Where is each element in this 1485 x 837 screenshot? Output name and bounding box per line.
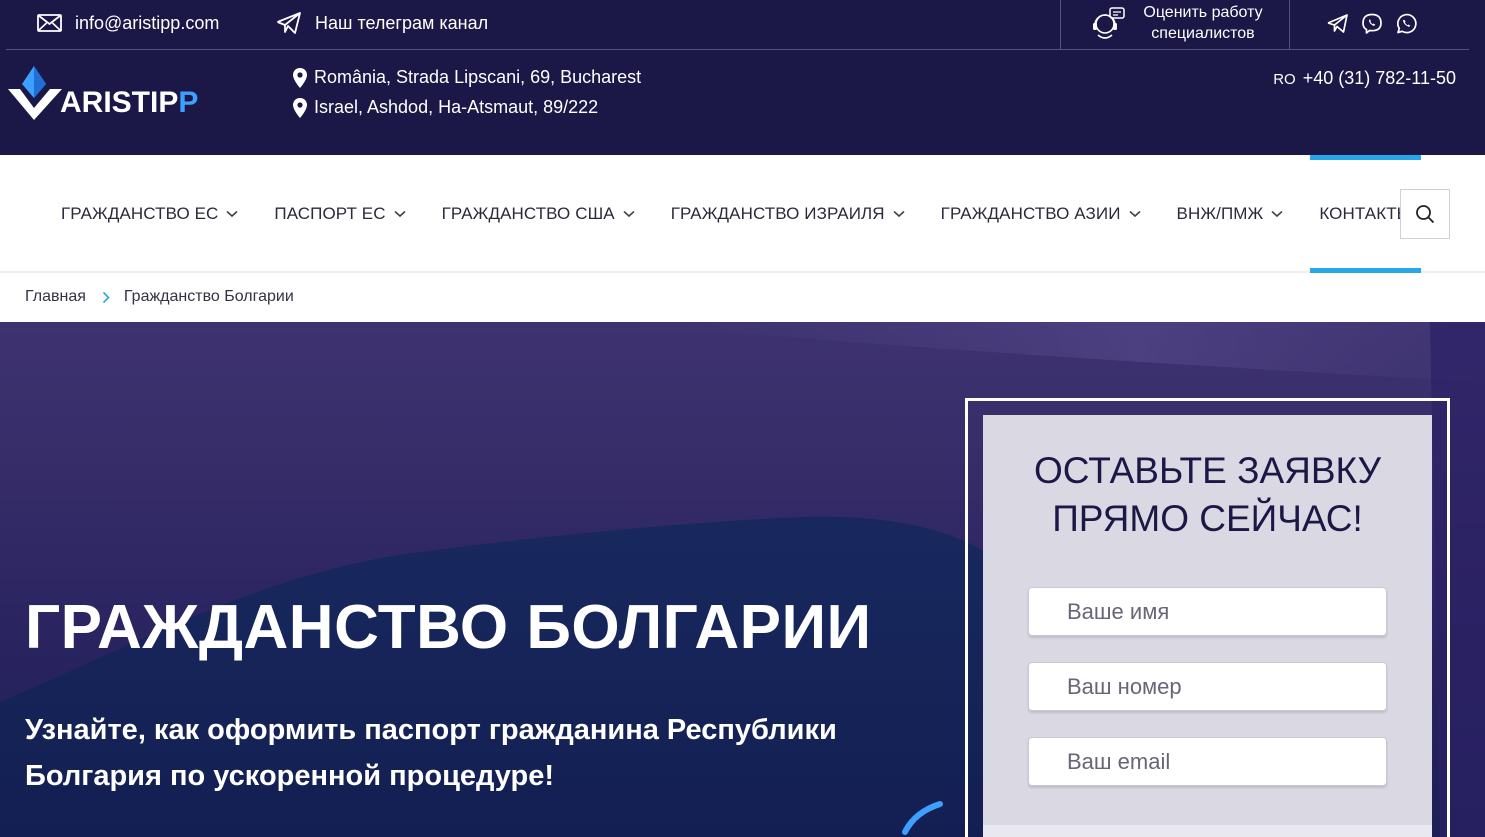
address-israel: Israel, Ashdod, Ha-Atsmaut, 89/222 <box>293 97 598 118</box>
mail-icon <box>37 14 62 32</box>
rate-specialists-link[interactable]: Оценить работу специалистов <box>1090 2 1268 44</box>
nav-item-residence[interactable]: ВНЖ/ПМЖ <box>1168 155 1293 273</box>
nav-item-label: ВНЖ/ПМЖ <box>1176 204 1264 223</box>
phone-number: +40 (31) 782-11-50 <box>1302 68 1456 88</box>
logo-mark-icon <box>8 66 62 120</box>
nav-item-label: ГРАЖДАНСТВО ИЗРАИЛЯ <box>670 204 885 223</box>
nav-item-label: ГРАЖДАНСТВО АЗИИ <box>940 204 1121 223</box>
nav-item-label: КОНТАКТЫ <box>1319 204 1412 223</box>
rate-line-1: Оценить работу <box>1143 4 1263 21</box>
main-nav: ГРАЖДАНСТВО ЕС ПАСПОРТ ЕС ГРАЖДАНСТВО СШ… <box>0 155 1485 273</box>
logo-text-accent: P <box>178 86 199 119</box>
search-icon <box>1416 205 1435 224</box>
nav-item-israel-citizenship[interactable]: ГРАЖДАНСТВО ИЗРАИЛЯ <box>662 155 914 273</box>
hero-subtitle: Узнайте, как оформить паспорт гражданина… <box>25 714 837 792</box>
header-divider-line <box>6 49 1469 50</box>
form-bottom-strip <box>983 825 1432 837</box>
email-link[interactable]: info@aristipp.com <box>37 10 219 36</box>
nav-item-eu-passport[interactable]: ПАСПОРТ ЕС <box>265 155 414 273</box>
address-text: Israel, Ashdod, Ha-Atsmaut, 89/222 <box>314 97 599 117</box>
chevron-down-icon <box>1271 210 1283 218</box>
form-title-line-1: ОСТАВЬТЕ ЗАЯВКУ <box>1033 450 1382 491</box>
chevron-down-icon <box>226 210 238 218</box>
name-field[interactable]: Ваше имя <box>1028 587 1387 636</box>
rate-line-2: специалистов <box>1151 25 1255 42</box>
top-header: info@aristipp.com Наш телеграм канал Оце… <box>0 0 1485 155</box>
paper-plane-icon <box>277 12 301 34</box>
breadcrumb-home[interactable]: Главная <box>25 288 86 306</box>
chevron-right-icon <box>102 291 110 303</box>
social-links <box>1326 12 1418 36</box>
hero-title: ГРАЖДАНСТВО БОЛГАРИИ <box>25 593 872 662</box>
email-text: info@aristipp.com <box>75 12 220 33</box>
breadcrumb-current: Гражданство Болгарии <box>123 288 294 305</box>
whatsapp-icon[interactable] <box>1394 12 1418 36</box>
logo-text: ARISTIP <box>60 86 179 119</box>
form-title-line-2: ПРЯМО СЕЙЧАС! <box>1052 498 1363 539</box>
location-pin-icon <box>293 97 307 118</box>
phone-link[interactable]: RO +40 (31) 782-11-50 <box>1273 68 1456 89</box>
divider <box>1289 0 1290 50</box>
breadcrumb: Главная Гражданство Болгарии <box>25 288 294 306</box>
nav-item-label: ПАСПОРТ ЕС <box>274 204 386 223</box>
divider <box>1060 0 1061 50</box>
telegram-channel-link[interactable]: Наш телеграм канал <box>276 10 488 36</box>
nav-item-eu-citizenship[interactable]: ГРАЖДАНСТВО ЕС <box>52 155 247 273</box>
phone-country-code: RO <box>1273 71 1296 88</box>
telegram-channel-text: Наш телеграм канал <box>315 12 489 33</box>
search-button[interactable] <box>1400 189 1450 239</box>
chevron-down-icon <box>394 210 406 218</box>
form-title: ОСТАВЬТЕ ЗАЯВКУ ПРЯМО СЕЙЧАС! <box>983 447 1432 543</box>
address-text: România, Strada Lipscani, 69, Bucharest <box>314 67 642 87</box>
chevron-down-icon <box>893 210 905 218</box>
nav-item-label: ГРАЖДАНСТВО США <box>441 204 615 223</box>
support-agent-icon <box>1093 7 1125 39</box>
email-field[interactable]: Ваш email <box>1028 737 1387 786</box>
location-pin-icon <box>293 67 307 88</box>
telegram-icon[interactable] <box>1326 12 1350 36</box>
aristipp-logo[interactable]: ARISTIPP <box>6 64 198 122</box>
viber-icon[interactable] <box>1360 12 1384 36</box>
nav-item-usa-citizenship[interactable]: ГРАЖДАНСТВО США <box>433 155 644 273</box>
address-romania: România, Strada Lipscani, 69, Bucharest <box>293 67 641 88</box>
phone-field[interactable]: Ваш номер <box>1028 662 1387 711</box>
chevron-down-icon <box>623 210 635 218</box>
request-form: ОСТАВЬТЕ ЗАЯВКУ ПРЯМО СЕЙЧАС! Ваше имя В… <box>983 415 1432 837</box>
chevron-down-icon <box>1128 210 1141 218</box>
nav-item-label: ГРАЖДАНСТВО ЕС <box>61 204 219 223</box>
nav-item-asia-citizenship[interactable]: ГРАЖДАНСТВО АЗИИ <box>932 155 1150 273</box>
